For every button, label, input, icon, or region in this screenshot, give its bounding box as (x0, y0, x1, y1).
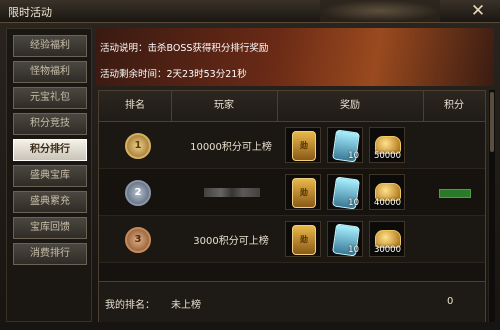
activity-timer: 活动剩余时间：2天23时53分21秒 (100, 69, 247, 80)
activity-banner: 活动说明：击杀BOSS获得积分排行奖励 活动剩余时间：2天23时53分21秒 (96, 28, 494, 86)
sidebar-item-spending-ranking[interactable]: 消费排行 (13, 243, 87, 265)
window-title: 限时活动 (8, 6, 52, 19)
sidebar-item-festival-treasury[interactable]: 盛典宝库 (13, 165, 87, 187)
rank-2-medal-icon: 2 (125, 180, 151, 206)
table-header: 排名 玩家 奖励 积分 (99, 91, 485, 122)
medal-item-label: 勋 (300, 235, 308, 244)
sidebar-item-treasury-feedback[interactable]: 宝库回馈 (13, 217, 87, 239)
title-bar: 限时活动 ✕ (0, 0, 500, 23)
reward-medal-item[interactable]: 勋 (285, 174, 321, 210)
reward-medal-item[interactable]: 勋 (285, 127, 321, 163)
table-row: 3 3000积分可上榜 勋 10 30000 (99, 216, 485, 263)
sidebar-item-monster-welfare[interactable]: 怪物福利 (13, 61, 87, 83)
medal-item-icon: 勋 (292, 131, 316, 161)
medal-item-icon: 勋 (292, 178, 316, 208)
table-row: 2 勋 10 40000 (99, 169, 485, 216)
my-rank-label: 我的排名： (105, 300, 155, 311)
sidebar-item-points-ranking[interactable]: 积分排行 (13, 139, 87, 161)
reward-gold-ingot[interactable]: 30000 (369, 221, 405, 257)
item-quantity: 40000 (373, 198, 401, 208)
reward-gem-item[interactable]: 10 (327, 127, 363, 163)
reward-gold-ingot[interactable]: 50000 (369, 127, 405, 163)
blurred-score (439, 189, 471, 198)
rank-1-medal-icon: 1 (125, 133, 151, 159)
player-name: 10000积分可上榜 (190, 142, 272, 153)
sidebar-item-points-contest[interactable]: 积分竞技 (13, 113, 87, 135)
close-button[interactable]: ✕ (466, 1, 490, 21)
item-quantity: 10 (348, 245, 359, 255)
sidebar-item-festival-recharge[interactable]: 盛典累充 (13, 191, 87, 213)
medal-item-label: 勋 (300, 141, 308, 150)
item-quantity: 50000 (373, 151, 401, 161)
header-player: 玩家 (214, 100, 234, 111)
header-score: 积分 (444, 100, 464, 111)
medal-item-label: 勋 (300, 188, 308, 197)
header-rank: 排名 (125, 100, 145, 111)
item-quantity: 10 (348, 198, 359, 208)
scroll-thumb[interactable] (490, 92, 494, 152)
player-name: 3000积分可上榜 (193, 236, 269, 247)
scrollbar[interactable] (488, 90, 495, 322)
reward-gem-item[interactable]: 10 (327, 221, 363, 257)
rank-3-medal-icon: 3 (125, 227, 151, 253)
medal-item-icon: 勋 (292, 225, 316, 255)
ranking-table: 排名 玩家 奖励 积分 1 10000积分可上榜 勋 10 50000 2 勋 … (98, 90, 486, 322)
reward-medal-item[interactable]: 勋 (285, 221, 321, 257)
sidebar-item-yuanbao-gift[interactable]: 元宝礼包 (13, 87, 87, 109)
my-rank-row: 我的排名： 未上榜 0 (99, 281, 485, 322)
my-rank-value: 未上榜 (171, 300, 201, 311)
blurred-player-name (204, 188, 260, 197)
activity-panel: 限时活动 ✕ 经验福利 怪物福利 元宝礼包 积分竞技 积分排行 盛典宝库 盛典累… (0, 0, 500, 330)
my-score: 0 (447, 296, 454, 307)
item-quantity: 30000 (373, 245, 401, 255)
table-row: 1 10000积分可上榜 勋 10 50000 (99, 122, 485, 169)
header-reward: 奖励 (340, 100, 360, 111)
dragon-ornament (320, 0, 440, 22)
sidebar-item-exp-welfare[interactable]: 经验福利 (13, 35, 87, 57)
activity-description: 活动说明：击杀BOSS获得积分排行奖励 (100, 43, 269, 54)
reward-gold-ingot[interactable]: 40000 (369, 174, 405, 210)
item-quantity: 10 (348, 151, 359, 161)
reward-gem-item[interactable]: 10 (327, 174, 363, 210)
sidebar: 经验福利 怪物福利 元宝礼包 积分竞技 积分排行 盛典宝库 盛典累充 宝库回馈 … (6, 28, 92, 322)
